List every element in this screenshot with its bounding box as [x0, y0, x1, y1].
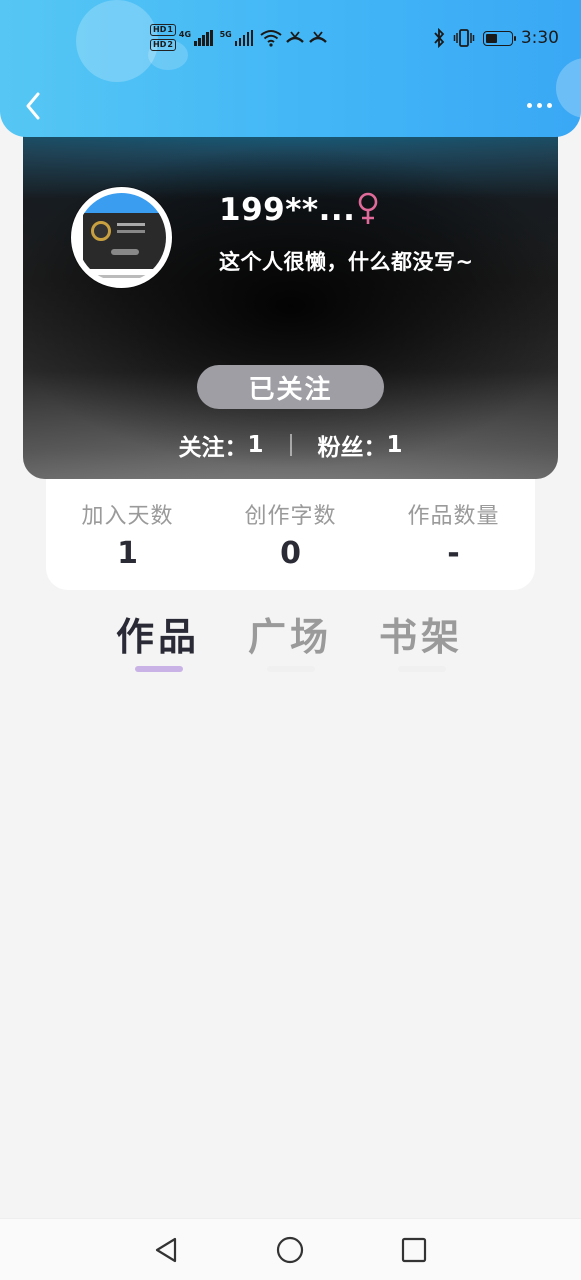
content-tabs: 作品 广场 书架 [0, 600, 581, 680]
followers-count[interactable]: 粉丝： 1 [318, 428, 403, 462]
status-time: 3:30 [520, 28, 559, 48]
followers-value: 1 [386, 432, 403, 458]
tab-square[interactable]: 广场 [240, 606, 340, 672]
profile-card: 199**... 这个人很懒，什么都没写~ 已关注 关注： 1 粉丝： 1 [23, 120, 558, 479]
hd1-badge: HD 1 [150, 24, 176, 36]
battery-level [485, 33, 497, 43]
stat-label: 作品数量 [407, 504, 500, 529]
following-label: 关注： [178, 435, 248, 461]
network-4g-label: 4G [178, 30, 192, 39]
system-navigation-bar [0, 1218, 581, 1280]
following-value: 1 [247, 432, 264, 458]
square-recents-icon [401, 1237, 427, 1263]
more-dot-icon [546, 102, 552, 108]
more-dot-icon [536, 102, 542, 108]
avatar-image [77, 193, 166, 282]
hd-indicators: HD 1 HD 2 [150, 24, 176, 51]
stat-label: 创作字数 [244, 504, 337, 529]
following-count[interactable]: 关注： 1 [178, 428, 263, 462]
followed-button[interactable]: 已关注 [197, 365, 384, 409]
back-button[interactable] [18, 88, 48, 124]
vibrate-icon [453, 29, 475, 47]
hd1-sub: 1 [167, 25, 173, 34]
user-nickname: 199**... [219, 192, 356, 228]
hd2-sub: 2 [167, 40, 173, 49]
bluetooth-icon [434, 28, 445, 48]
nav-home-button[interactable] [275, 1235, 305, 1265]
signal-strength-icon [194, 29, 213, 46]
more-dot-icon [526, 102, 532, 108]
tab-indicator [398, 666, 446, 672]
status-bar-right: 3:30 [433, 28, 559, 48]
stat-word-count: 创作字数 0 [209, 470, 372, 590]
followers-label: 粉丝： [317, 435, 387, 461]
nav-back-button[interactable] [151, 1235, 181, 1265]
tab-bookshelf[interactable]: 书架 [371, 606, 471, 672]
tab-label: 广场 [247, 615, 332, 659]
tab-label: 作品 [115, 615, 200, 659]
network-5g-label: 5G [219, 30, 232, 39]
chevron-left-icon [26, 92, 40, 120]
stat-value: 0 [280, 536, 301, 571]
stats-card: 加入天数 1 创作字数 0 作品数量 - [46, 470, 535, 590]
stat-works-count: 作品数量 - [372, 470, 535, 590]
circle-home-icon [276, 1236, 304, 1264]
avatar[interactable] [71, 187, 172, 288]
top-header: HD 1 HD 2 4G 5G 3:30 [0, 0, 581, 137]
tab-label: 书架 [378, 615, 463, 659]
more-options-button[interactable] [519, 92, 559, 118]
signal-strength-icon [234, 29, 254, 46]
missed-call-icon [309, 30, 328, 43]
triangle-back-icon [155, 1237, 177, 1263]
battery-icon [482, 30, 516, 46]
tab-active-indicator [135, 666, 183, 672]
status-bar-left: HD 1 HD 2 4G 5G [150, 24, 328, 51]
hd2-badge: HD 2 [150, 39, 176, 51]
female-gender-icon [358, 192, 378, 224]
hd1-text: HD [153, 25, 167, 34]
stat-join-days: 加入天数 1 [46, 470, 209, 590]
missed-call-icon [286, 30, 305, 43]
nav-recents-button[interactable] [399, 1235, 429, 1265]
count-divider [289, 434, 292, 456]
follow-counts: 关注： 1 粉丝： 1 [23, 425, 558, 465]
wifi-icon [260, 29, 282, 47]
hd2-text: HD [153, 40, 167, 49]
stat-value: - [447, 536, 460, 571]
tab-works[interactable]: 作品 [108, 606, 208, 672]
user-bio: 这个人很懒，什么都没写~ [219, 250, 474, 274]
tab-indicator [267, 666, 315, 672]
stat-value: 1 [117, 536, 138, 571]
stat-label: 加入天数 [81, 504, 174, 529]
status-bar: HD 1 HD 2 4G 5G 3:30 [0, 0, 581, 80]
